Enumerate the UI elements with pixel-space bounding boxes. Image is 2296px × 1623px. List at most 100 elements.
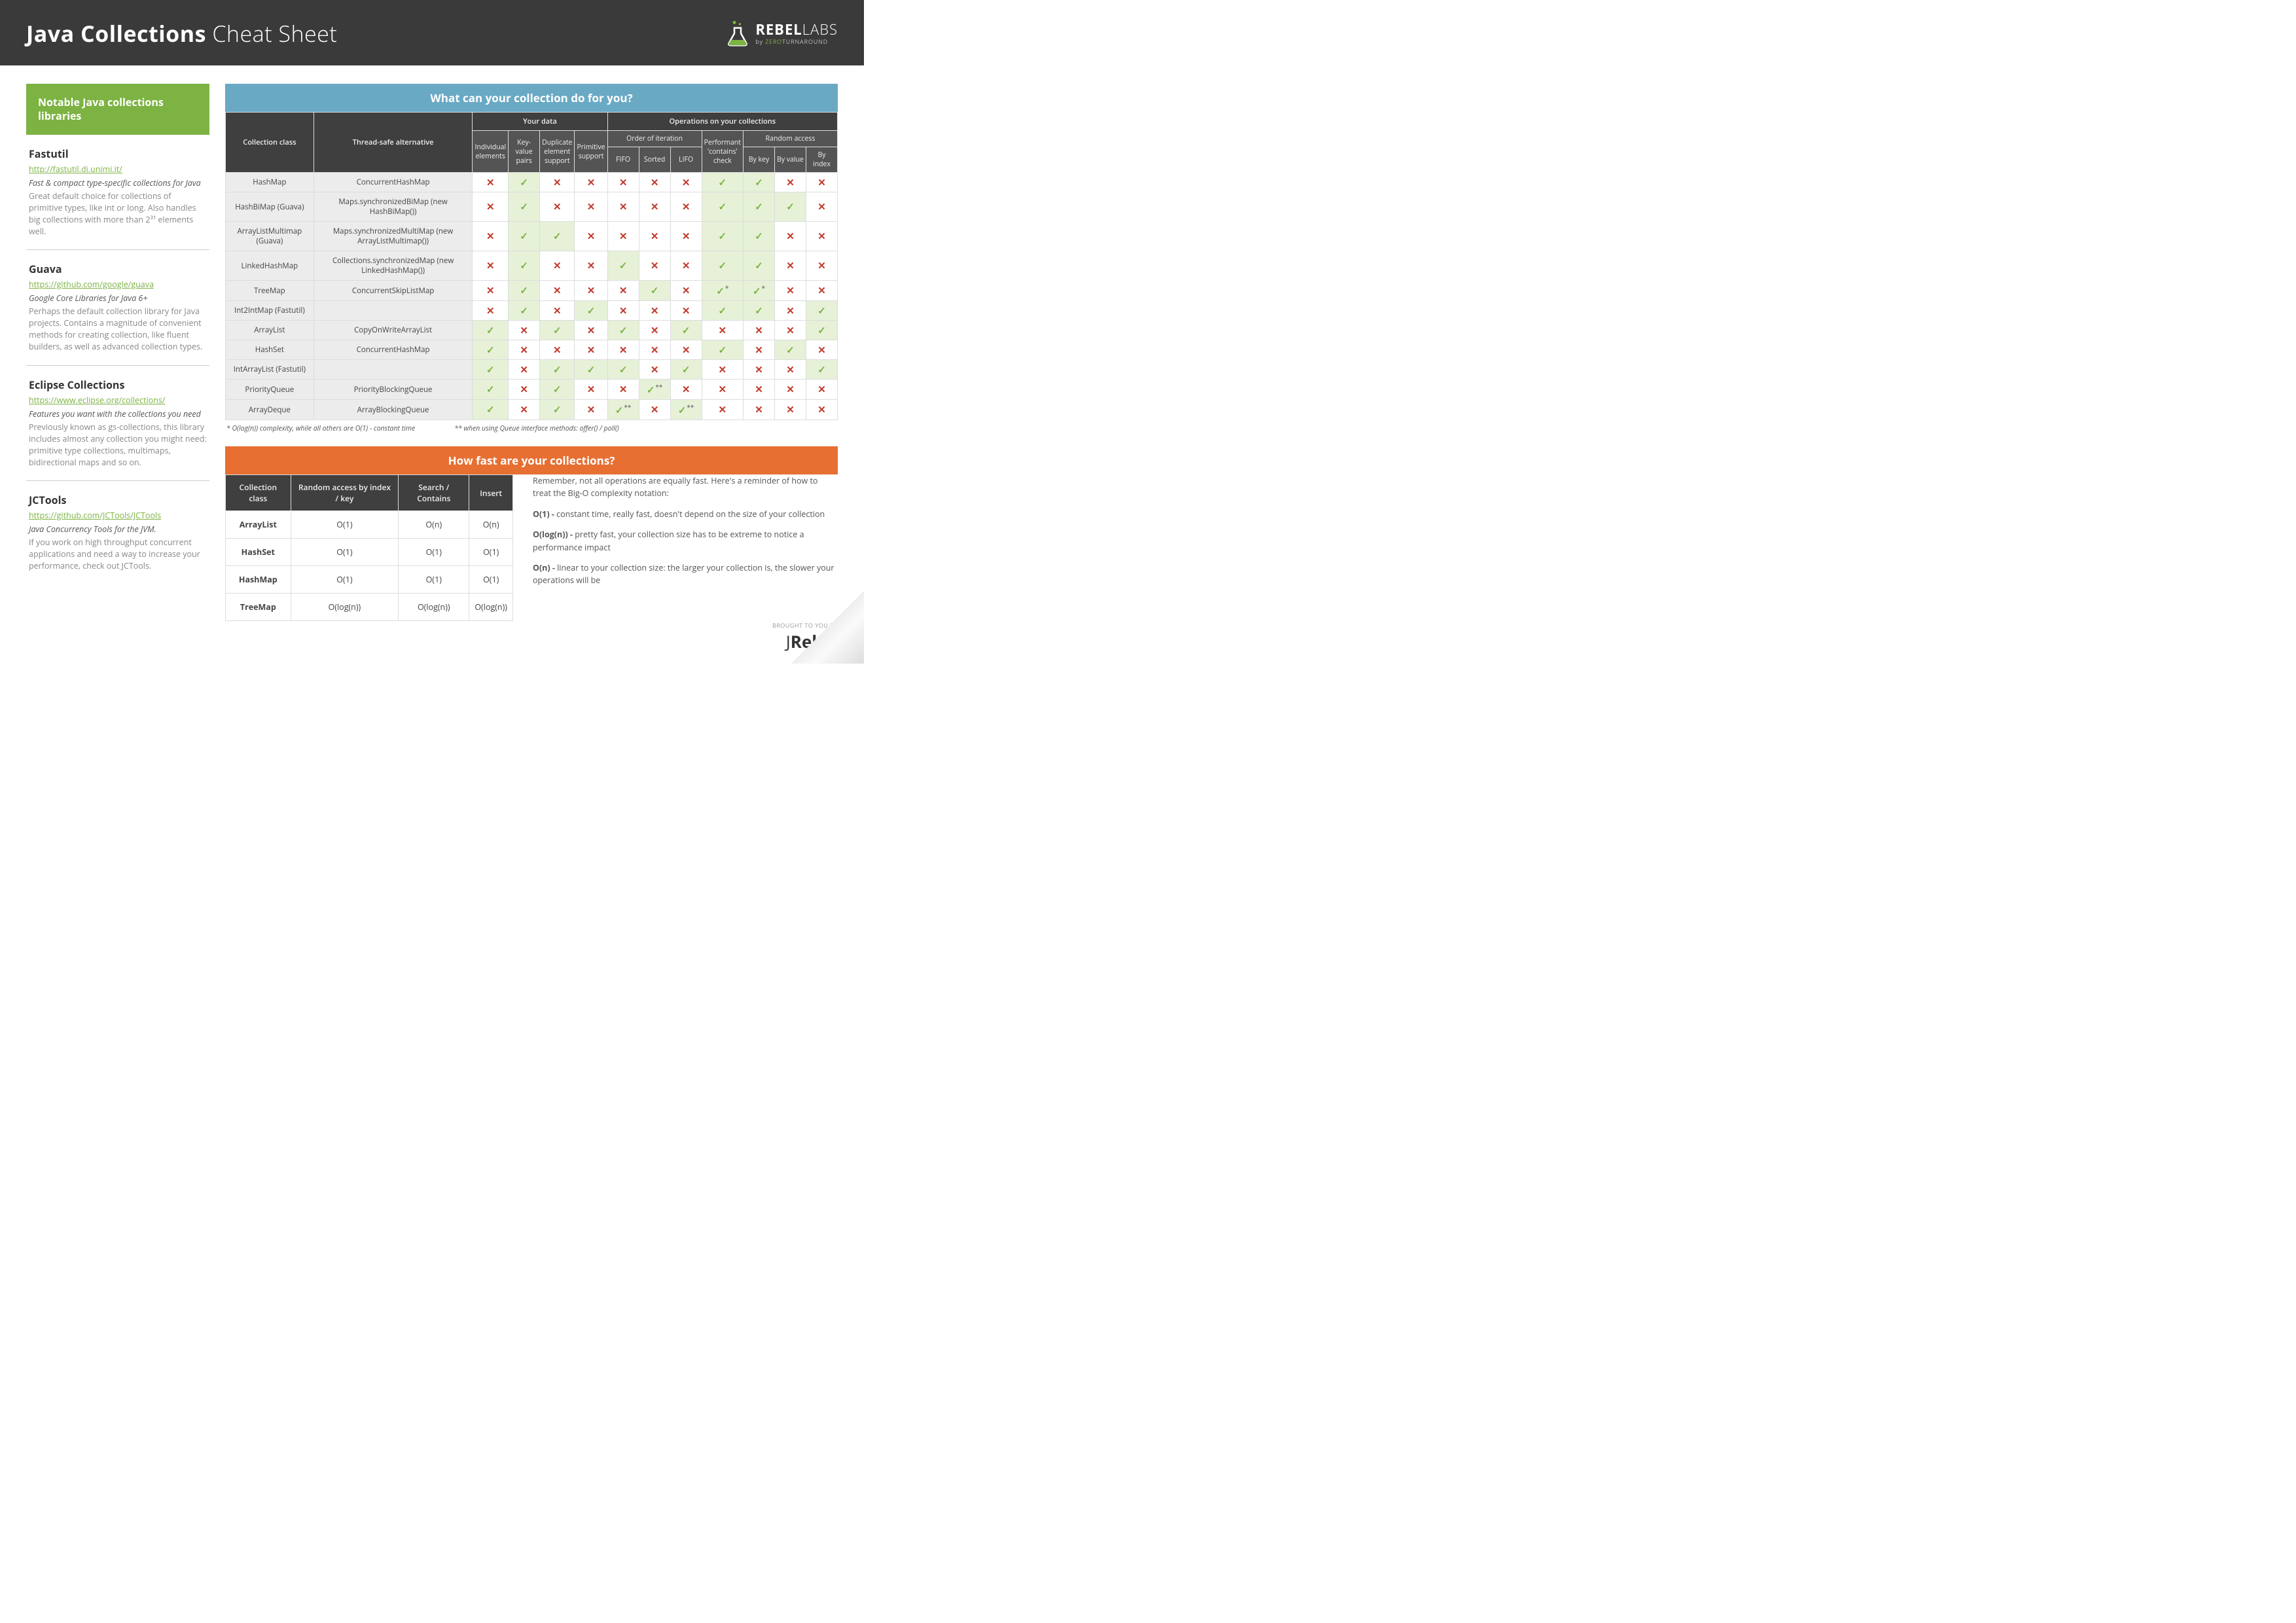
capability-cell: ✕ bbox=[670, 173, 702, 192]
capability-cell: ✕ bbox=[575, 173, 607, 192]
flask-icon bbox=[726, 20, 749, 46]
table-row: TreeMapConcurrentSkipListMap✕✓✕✕✕✓✕✓*✓*✕… bbox=[226, 281, 838, 301]
row-alt: ArrayBlockingQueue bbox=[314, 400, 473, 420]
capability-cell: ✓** bbox=[670, 400, 702, 420]
capability-cell: ✕ bbox=[806, 340, 838, 360]
library-tagline: Java Concurrency Tools for the JVM. bbox=[29, 524, 207, 535]
capability-cell: ✕ bbox=[607, 222, 639, 251]
speed-row-name: HashMap bbox=[226, 566, 291, 594]
row-alt: ConcurrentSkipListMap bbox=[314, 281, 473, 301]
capability-cell: ✕ bbox=[702, 321, 743, 340]
jrebel-logo: JRebel bbox=[0, 630, 838, 653]
capability-cell: ✓ bbox=[473, 321, 509, 340]
capability-cell: ✓ bbox=[702, 340, 743, 360]
speed-row-name: ArrayList bbox=[226, 511, 291, 539]
capability-cell: ✕ bbox=[509, 340, 540, 360]
footnote-2: ** when using Queue interface methods: o… bbox=[454, 424, 619, 433]
speed-search: O(1) bbox=[399, 566, 469, 594]
capability-cell: ✕ bbox=[540, 192, 575, 222]
capability-cell: ✕ bbox=[639, 251, 670, 281]
capability-cell: ✓ bbox=[473, 340, 509, 360]
col-class: Collection class bbox=[226, 113, 314, 173]
capability-cell: ✕ bbox=[744, 400, 775, 420]
capability-cell: ✕ bbox=[607, 192, 639, 222]
capability-cell: ✕ bbox=[806, 192, 838, 222]
library-link[interactable]: https://github.com/JCTools/JCTools bbox=[29, 510, 161, 521]
table-row: ArrayDequeArrayBlockingQueue✓✕✓✕✓**✕✓**✕… bbox=[226, 400, 838, 420]
table1-title: What can your collection do for you? bbox=[225, 84, 838, 112]
library-link[interactable]: http://fastutil.di.unimi.it/ bbox=[29, 164, 122, 175]
capability-cell: ✓ bbox=[607, 321, 639, 340]
capability-cell: ✕ bbox=[473, 222, 509, 251]
speed-row-name: TreeMap bbox=[226, 594, 291, 621]
capability-cell: ✕ bbox=[639, 301, 670, 321]
library-link[interactable]: https://github.com/google/guava bbox=[29, 279, 154, 290]
capability-cell: ✕ bbox=[775, 301, 806, 321]
table-row: LinkedHashMapCollections.synchronizedMap… bbox=[226, 251, 838, 281]
library-link[interactable]: https://www.eclipse.org/collections/ bbox=[29, 395, 165, 406]
speed-table: Collection class Random access by index … bbox=[225, 474, 513, 621]
capability-cell: ✕ bbox=[744, 380, 775, 400]
capability-cell: ✓ bbox=[540, 400, 575, 420]
capability-cell: ✕ bbox=[509, 400, 540, 420]
row-alt: CopyOnWriteArrayList bbox=[314, 321, 473, 340]
capability-cell: ✕ bbox=[540, 301, 575, 321]
row-name: ArrayList bbox=[226, 321, 314, 340]
capability-cell: ✓ bbox=[702, 222, 743, 251]
library-name: Eclipse Collections bbox=[29, 378, 207, 392]
row-alt: ConcurrentHashMap bbox=[314, 173, 473, 192]
capability-cell: ✕ bbox=[702, 360, 743, 380]
speed-insert: O(1) bbox=[469, 539, 513, 566]
capability-cell: ✕ bbox=[702, 380, 743, 400]
capability-cell: ✕ bbox=[775, 380, 806, 400]
capability-cell: ✓ bbox=[744, 222, 775, 251]
capability-cell: ✓ bbox=[702, 301, 743, 321]
capability-cell: ✕ bbox=[575, 400, 607, 420]
capability-cell: ✕ bbox=[806, 251, 838, 281]
row-alt bbox=[314, 360, 473, 380]
capability-cell: ✓ bbox=[575, 360, 607, 380]
table-row: IntArrayList (Fastutil)✓✕✓✓✓✕✓✕✕✕✓ bbox=[226, 360, 838, 380]
capability-cell: ✓ bbox=[775, 192, 806, 222]
table-row: HashSetO(1)O(1)O(1) bbox=[226, 539, 513, 566]
capability-cell: ✕ bbox=[575, 192, 607, 222]
capability-cell: ✓ bbox=[806, 301, 838, 321]
table-row: PriorityQueuePriorityBlockingQueue✓✕✓✕✕✓… bbox=[226, 380, 838, 400]
library-desc: Perhaps the default collection library f… bbox=[29, 306, 207, 353]
capability-cell: ✓ bbox=[806, 321, 838, 340]
capability-cell: ✕ bbox=[806, 281, 838, 301]
capability-cell: ✓ bbox=[509, 192, 540, 222]
footer: BROUGHT TO YOU BY JRebel bbox=[0, 621, 864, 664]
capability-cell: ✕ bbox=[806, 400, 838, 420]
table-row: HashBiMap (Guava)Maps.synchronizedBiMap … bbox=[226, 192, 838, 222]
table-row: ArrayListO(1)O(n)O(n) bbox=[226, 511, 513, 539]
capability-cell: ✕ bbox=[775, 360, 806, 380]
row-alt: Maps.synchronizedMultiMap (new ArrayList… bbox=[314, 222, 473, 251]
library-name: JCTools bbox=[29, 493, 207, 507]
capability-cell: ✕ bbox=[744, 360, 775, 380]
sidebar-title: Notable Java collections libraries bbox=[26, 84, 209, 135]
capability-cell: ✓ bbox=[670, 321, 702, 340]
capability-cell: ✕ bbox=[775, 321, 806, 340]
row-name: HashMap bbox=[226, 173, 314, 192]
library-block: Eclipse Collections https://www.eclipse.o… bbox=[26, 365, 209, 481]
capability-cell: ✓ bbox=[540, 360, 575, 380]
capability-cell: ✓ bbox=[540, 222, 575, 251]
capability-cell: ✕ bbox=[639, 173, 670, 192]
capability-cell: ✓ bbox=[702, 251, 743, 281]
sidebar: Notable Java collections libraries Fastu… bbox=[26, 84, 209, 584]
capability-cell: ✓** bbox=[639, 380, 670, 400]
capability-cell: ✓ bbox=[473, 400, 509, 420]
row-name: HashBiMap (Guava) bbox=[226, 192, 314, 222]
library-tagline: Features you want with the collections y… bbox=[29, 408, 207, 419]
capability-cell: ✕ bbox=[806, 380, 838, 400]
capability-cell: ✓ bbox=[744, 173, 775, 192]
library-tagline: Google Core Libraries for Java 6+ bbox=[29, 293, 207, 304]
col-yourdata: Your data bbox=[473, 113, 607, 131]
capability-cell: ✕ bbox=[607, 380, 639, 400]
row-alt: ConcurrentHashMap bbox=[314, 340, 473, 360]
capability-cell: ✕ bbox=[744, 340, 775, 360]
table-row: Int2IntMap (Fastutil)✕✓✕✓✕✕✕✓✓✕✓ bbox=[226, 301, 838, 321]
capability-cell: ✕ bbox=[540, 340, 575, 360]
capability-cell: ✕ bbox=[639, 400, 670, 420]
